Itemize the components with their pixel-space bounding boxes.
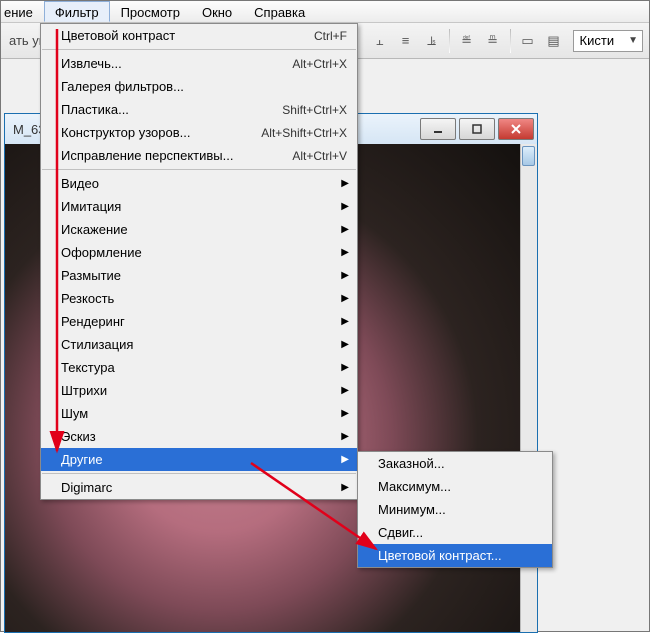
menu-item[interactable]: Эскиз▶	[41, 425, 357, 448]
submenu-item-label: Сдвиг...	[378, 525, 423, 540]
menu-item-label: Другие	[61, 452, 347, 467]
menu-item-label: Digimarc	[61, 480, 347, 495]
menu-item-shortcut: Alt+Shift+Ctrl+X	[261, 126, 347, 140]
submenu-item-label: Минимум...	[378, 502, 446, 517]
distribute-v-icon[interactable]: ≞	[483, 31, 503, 51]
menu-item-label: Конструктор узоров...	[61, 125, 261, 140]
menu-item-label: Имитация	[61, 199, 347, 214]
menu-item-label: Размытие	[61, 268, 347, 283]
menu-item[interactable]: Цветовой контрастCtrl+F	[41, 24, 357, 47]
submenu-item[interactable]: Максимум...	[358, 475, 552, 498]
menu-item-label: Оформление	[61, 245, 347, 260]
menu-item[interactable]: Оформление▶	[41, 241, 357, 264]
menu-item-label: Эскиз	[61, 429, 347, 444]
chevron-down-icon: ▼	[628, 35, 638, 46]
submenu-arrow-icon: ▶	[341, 316, 349, 327]
submenu-arrow-icon: ▶	[341, 454, 349, 465]
menu-help[interactable]: Справка	[243, 1, 316, 22]
submenu-item[interactable]: Заказной...	[358, 452, 552, 475]
submenu-item-label: Максимум...	[378, 479, 451, 494]
submenu-arrow-icon: ▶	[341, 408, 349, 419]
menu-item-shortcut: Shift+Ctrl+X	[282, 103, 347, 117]
submenu-item-label: Цветовой контраст...	[378, 548, 502, 563]
menu-item[interactable]: Штрихи▶	[41, 379, 357, 402]
separator	[449, 29, 450, 53]
menu-item-label: Резкость	[61, 291, 347, 306]
menu-item[interactable]: Шум▶	[41, 402, 357, 425]
submenu-arrow-icon: ▶	[341, 482, 349, 493]
submenu-arrow-icon: ▶	[341, 270, 349, 281]
brushes-dropdown[interactable]: Кисти ▼	[573, 30, 643, 52]
app-window: ение Фильтр Просмотр Окно Справка ать уг…	[0, 0, 650, 632]
menu-item-label: Стилизация	[61, 337, 347, 352]
submenu-item[interactable]: Сдвиг...	[358, 521, 552, 544]
menu-item[interactable]: Пластика...Shift+Ctrl+X	[41, 98, 357, 121]
submenu-arrow-icon: ▶	[341, 293, 349, 304]
menu-item-shortcut: Ctrl+F	[314, 29, 347, 43]
menu-item[interactable]: Другие▶	[41, 448, 357, 471]
menu-item-label: Текстура	[61, 360, 347, 375]
close-button[interactable]	[498, 118, 534, 140]
menu-item[interactable]: Стилизация▶	[41, 333, 357, 356]
align-bottom-icon[interactable]: ⫡	[422, 31, 442, 51]
submenu-arrow-icon: ▶	[341, 431, 349, 442]
menu-item-label: Извлечь...	[61, 56, 292, 71]
separator	[510, 29, 511, 53]
distribute-h-icon[interactable]: ≝	[457, 31, 477, 51]
menu-item-label: Галерея фильтров...	[61, 79, 347, 94]
submenu-arrow-icon: ▶	[341, 224, 349, 235]
menu-item[interactable]: Искажение▶	[41, 218, 357, 241]
menu-item[interactable]: Галерея фильтров...	[41, 75, 357, 98]
filter-dropdown: Цветовой контрастCtrl+FИзвлечь...Alt+Ctr…	[40, 23, 358, 500]
rect-select-icon[interactable]: ▭	[518, 31, 538, 51]
scrollbar-thumb[interactable]	[522, 146, 535, 166]
menu-prev-cut[interactable]: ение	[1, 1, 44, 22]
menu-filter[interactable]: Фильтр	[44, 1, 110, 22]
menu-item-label: Искажение	[61, 222, 347, 237]
menu-item-shortcut: Alt+Ctrl+V	[292, 149, 347, 163]
submenu-item[interactable]: Цветовой контраст...	[358, 544, 552, 567]
menu-item-label: Пластика...	[61, 102, 282, 117]
align-vcenter-icon[interactable]: ≡	[396, 31, 416, 51]
menu-item[interactable]: Резкость▶	[41, 287, 357, 310]
menu-item-label: Цветовой контраст	[61, 28, 314, 43]
submenu-item-label: Заказной...	[378, 456, 445, 471]
minimize-button[interactable]	[420, 118, 456, 140]
submenu-arrow-icon: ▶	[341, 247, 349, 258]
menu-item-label: Видео	[61, 176, 347, 191]
submenu-arrow-icon: ▶	[341, 201, 349, 212]
align-top-icon[interactable]: ⫠	[370, 31, 390, 51]
palette-icon[interactable]: ▤	[544, 31, 564, 51]
submenu-arrow-icon: ▶	[341, 385, 349, 396]
menu-item-label: Штрихи	[61, 383, 347, 398]
menu-item-shortcut: Alt+Ctrl+X	[292, 57, 347, 71]
brushes-label: Кисти	[580, 33, 615, 48]
menu-item-label: Шум	[61, 406, 347, 421]
menu-item[interactable]: Исправление перспективы...Alt+Ctrl+V	[41, 144, 357, 167]
menu-item[interactable]: Размытие▶	[41, 264, 357, 287]
maximize-button[interactable]	[459, 118, 495, 140]
menubar: ение Фильтр Просмотр Окно Справка	[1, 1, 649, 23]
menu-item[interactable]: Digimarc▶	[41, 476, 357, 499]
menu-item-label: Исправление перспективы...	[61, 148, 292, 163]
menu-item[interactable]: Конструктор узоров...Alt+Shift+Ctrl+X	[41, 121, 357, 144]
menu-item[interactable]: Извлечь...Alt+Ctrl+X	[41, 52, 357, 75]
submenu-arrow-icon: ▶	[341, 339, 349, 350]
menu-item-label: Рендеринг	[61, 314, 347, 329]
menu-window[interactable]: Окно	[191, 1, 243, 22]
submenu-item[interactable]: Минимум...	[358, 498, 552, 521]
menu-view[interactable]: Просмотр	[110, 1, 191, 22]
other-submenu: Заказной... Максимум... Минимум... Сдвиг...…	[357, 451, 553, 568]
menu-item[interactable]: Рендеринг▶	[41, 310, 357, 333]
submenu-arrow-icon: ▶	[341, 178, 349, 189]
submenu-arrow-icon: ▶	[341, 362, 349, 373]
menu-item[interactable]: Имитация▶	[41, 195, 357, 218]
menu-item[interactable]: Видео▶	[41, 172, 357, 195]
menu-item[interactable]: Текстура▶	[41, 356, 357, 379]
